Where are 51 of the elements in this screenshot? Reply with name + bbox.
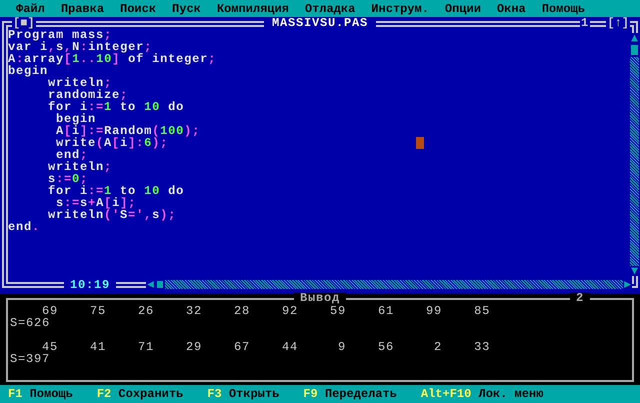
scroll-down-arrow-icon[interactable] — [630, 266, 639, 276]
code-line: begin — [55, 113, 96, 125]
output-line: S=626 — [10, 317, 50, 329]
code-line: s:=0; — [47, 173, 88, 185]
code-line: A[i]:=Random(100); — [55, 125, 200, 137]
menu-item[interactable]: Инструм. — [371, 2, 429, 16]
horizontal-scrollbar[interactable] — [146, 280, 632, 289]
menu-item[interactable]: Файл — [16, 2, 45, 16]
output-line: 69 75 26 32 28 92 59 61 99 85 — [41, 305, 490, 317]
scroll-right-arrow-icon[interactable] — [623, 280, 632, 289]
scrollbar-thumb[interactable] — [157, 281, 163, 288]
code-line: write(A[i]:6); — [55, 137, 168, 149]
code-line: for i:=1 to 10 do — [47, 185, 184, 197]
menu-item[interactable]: Опции — [444, 2, 481, 16]
code-line: writeln; — [47, 77, 112, 89]
menu-item[interactable]: Отладка — [304, 2, 356, 16]
output-line: S=397 — [10, 353, 50, 365]
shortcut-hint[interactable]: F3 Открыть — [207, 387, 280, 401]
window-title: MASSIVSU.PAS — [264, 18, 376, 29]
menu-item[interactable]: Поиск — [120, 2, 156, 16]
menu-item[interactable]: Пуск — [172, 2, 201, 16]
code-line: Program mass; — [8, 29, 112, 41]
scroll-up-arrow-icon[interactable] — [630, 33, 639, 43]
menu-item[interactable]: Окна — [496, 2, 526, 16]
zoom-button[interactable]: [↑] — [606, 18, 630, 29]
code-line: begin — [8, 65, 48, 77]
menu-item[interactable]: Компиляция — [216, 2, 289, 16]
code-line: for i:=1 to 10 do — [47, 101, 184, 113]
menu-item[interactable]: Правка — [60, 2, 104, 16]
shortcut-hint[interactable]: Alt+F10 Лок. меню — [420, 387, 544, 401]
output-line: 45 41 71 29 67 44 9 56 2 33 — [41, 341, 490, 353]
window-title: Вывод — [294, 293, 346, 303]
vertical-scrollbar[interactable] — [630, 33, 639, 276]
cursor-position: 10:19 — [64, 280, 116, 291]
code-line: s:=s+A[i]; — [56, 197, 136, 209]
shortcut-hint[interactable]: F9 Переделать — [303, 387, 397, 401]
window-number: 1 — [580, 18, 590, 29]
shortcut-hint[interactable]: F1 Помощь — [8, 387, 73, 401]
code-line: writeln('S=',s); — [47, 209, 176, 221]
scroll-left-arrow-icon[interactable] — [146, 280, 155, 289]
code-line: A:array[1..10] of integer; — [8, 53, 216, 65]
close-button[interactable]: [■] — [12, 18, 36, 29]
menu-item[interactable]: Помощь — [542, 2, 585, 16]
code-line: end; — [56, 149, 88, 161]
scrollbar-thumb[interactable] — [631, 45, 638, 55]
code-line: randomize; — [47, 89, 128, 101]
window-number: 2 — [570, 293, 590, 303]
code-line: writeln; — [47, 161, 112, 173]
code-line: var i,s,N:integer; — [8, 41, 152, 53]
shortcut-hint[interactable]: F2 Сохранить — [96, 387, 184, 401]
code-line: end. — [8, 221, 40, 233]
